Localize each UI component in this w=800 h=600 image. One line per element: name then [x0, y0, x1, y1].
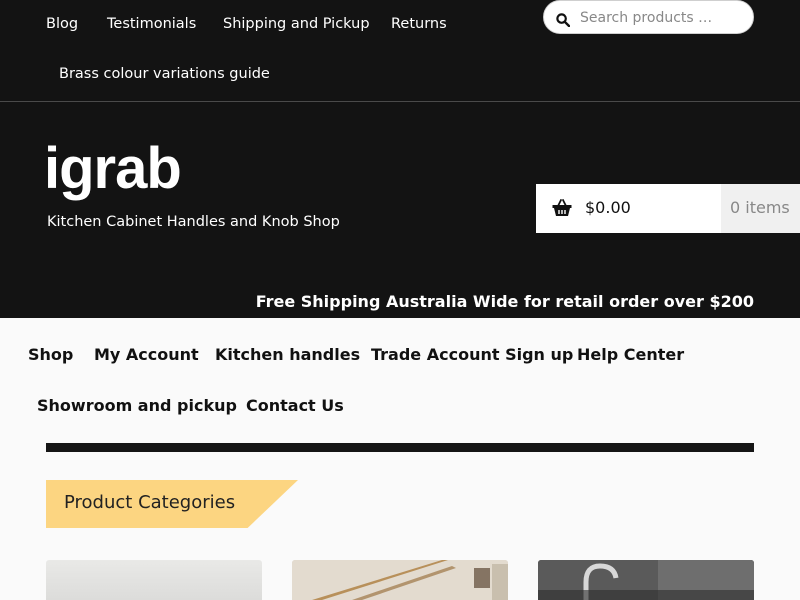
top-nav-returns[interactable]: Returns [391, 16, 447, 32]
cart-amount: $0.00 [585, 198, 631, 217]
search-input[interactable] [580, 7, 745, 29]
main-nav-kitchen-handles[interactable]: Kitchen handles [215, 345, 360, 364]
top-nav-blog[interactable]: Blog [46, 16, 78, 32]
tap-photo-image [538, 560, 754, 600]
header-divider [0, 101, 800, 102]
cart-widget[interactable]: $0.00 0 items [536, 184, 800, 233]
site-logo[interactable]: igrab [44, 140, 182, 198]
main-nav-my-account[interactable]: My Account [94, 345, 199, 364]
section-heading-label: Product Categories [64, 492, 236, 513]
product-search [543, 0, 754, 34]
main-nav-contact-us[interactable]: Contact Us [246, 396, 344, 415]
cart-item-count: 0 items [721, 184, 800, 233]
top-nav-shipping-and-pickup[interactable]: Shipping and Pickup [223, 16, 370, 32]
main-nav-help-center[interactable]: Help Center [577, 345, 684, 364]
category-card-image[interactable] [292, 560, 508, 600]
category-card-image[interactable] [46, 560, 262, 600]
main-nav-shop[interactable]: Shop [28, 345, 73, 364]
top-nav-brass-colour-guide[interactable]: Brass colour variations guide [59, 66, 270, 82]
product-categories-heading: Product Categories [46, 480, 298, 528]
shipping-promo-banner: Free Shipping Australia Wide for retail … [255, 292, 754, 311]
site-header: Blog Testimonials Shipping and Pickup Re… [0, 0, 800, 318]
site-tagline: Kitchen Cabinet Handles and Knob Shop [47, 214, 340, 230]
main-nav-showroom-and-pickup[interactable]: Showroom and pickup [37, 396, 237, 415]
main-nav-trade-account-sign-up[interactable]: Trade Account Sign up [371, 345, 573, 364]
kitchen-photo-image [292, 560, 508, 600]
search-icon[interactable] [556, 13, 570, 27]
section-rule [46, 443, 754, 452]
top-nav-testimonials[interactable]: Testimonials [107, 16, 196, 32]
category-card-image[interactable] [538, 560, 754, 600]
basket-icon [552, 199, 572, 216]
